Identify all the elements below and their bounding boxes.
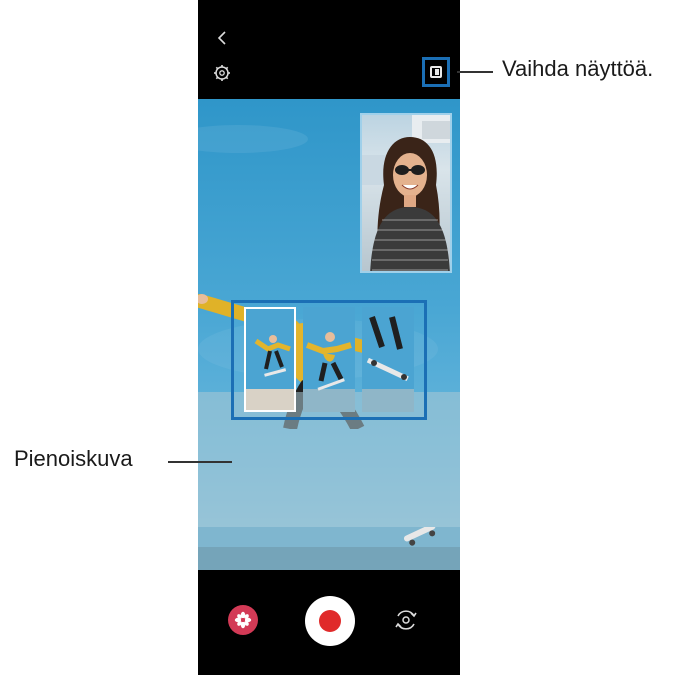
selfie-preview[interactable] [360, 113, 452, 273]
phone-screen [198, 0, 460, 675]
thumbnail-2[interactable] [303, 307, 355, 412]
thumbnail-callout-line [168, 461, 232, 463]
thumbnail-image [362, 307, 414, 412]
record-icon [319, 610, 341, 632]
flower-icon [234, 611, 252, 629]
effects-button[interactable] [228, 605, 258, 635]
ground-area [198, 527, 460, 570]
chevron-left-icon[interactable] [212, 28, 232, 48]
thumbnail-label: Pienoiskuva [14, 446, 133, 471]
thumbnail-1[interactable] [244, 307, 296, 412]
switch-screen-button[interactable] [422, 57, 450, 87]
switch-screen-callout-line [457, 71, 493, 73]
bottom-bar [198, 570, 460, 675]
thumbnail-3[interactable] [362, 307, 414, 412]
switch-screen-icon [430, 66, 442, 78]
selfie-person [362, 115, 450, 271]
thumbnail-image [303, 307, 355, 412]
gear-icon[interactable] [212, 63, 232, 83]
thumbnail-image [246, 309, 294, 410]
top-bar [198, 0, 460, 99]
flip-camera-icon[interactable] [393, 607, 419, 633]
record-button[interactable] [305, 596, 355, 646]
switch-screen-label: Vaihda näyttöä. [502, 56, 654, 81]
